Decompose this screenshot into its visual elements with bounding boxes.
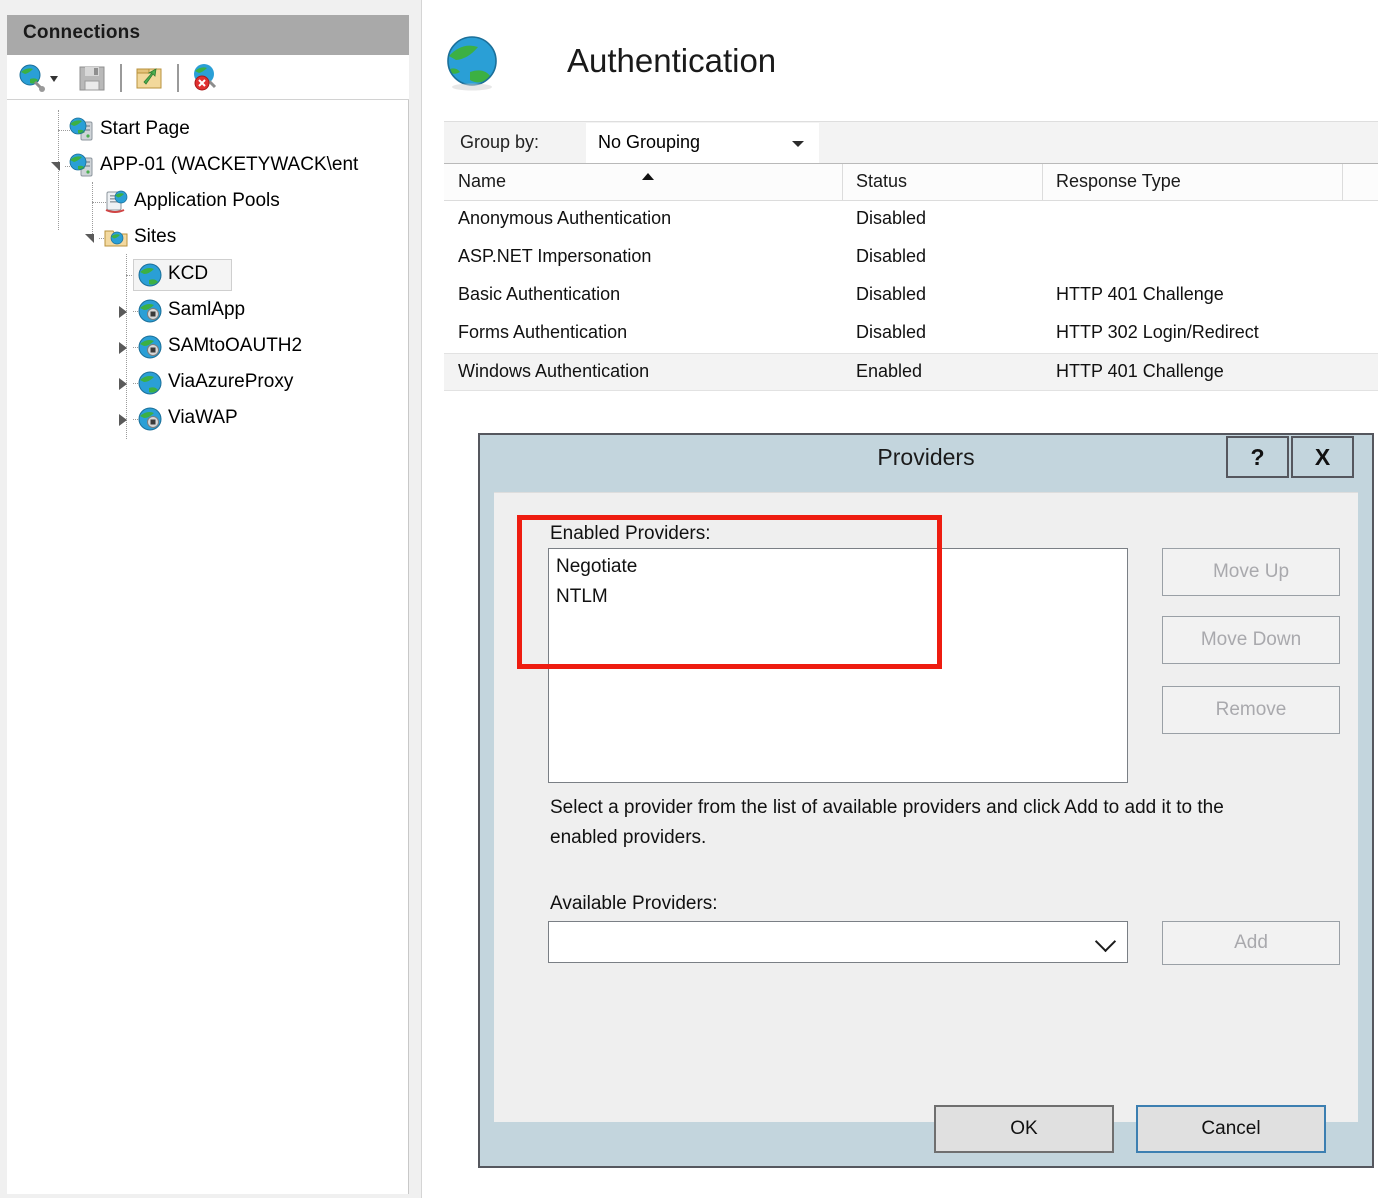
site-globe-icon [137, 370, 163, 396]
disconnect-icon[interactable] [191, 63, 221, 93]
tree-item-viaazureproxy[interactable]: ViaAzureProxy [7, 365, 408, 401]
authentication-globe-icon [444, 34, 504, 94]
remove-button[interactable]: Remove [1162, 686, 1340, 734]
tree-item-samlapp[interactable]: SamlApp [7, 293, 408, 329]
dialog-title-bar[interactable]: Providers ? X [480, 435, 1372, 481]
connections-toolbar [7, 55, 409, 100]
help-button[interactable]: ? [1226, 436, 1289, 478]
cell-name: ASP.NET Impersonation [458, 246, 652, 266]
column-header-name[interactable]: Name [458, 171, 506, 192]
cell-response-type: HTTP 401 Challenge [1056, 361, 1224, 381]
dialog-body: Enabled Providers: Negotiate NTLM Move U… [494, 492, 1358, 1153]
cell-name: Forms Authentication [458, 322, 628, 342]
table-row[interactable]: Basic Authentication Disabled HTTP 401 C… [444, 277, 1378, 315]
toolbar-separator [120, 64, 122, 92]
save-connections-icon[interactable] [77, 63, 107, 93]
cell-name: Windows Authentication [458, 361, 650, 381]
authentication-table: Name Status Response Type Anonymous Auth… [444, 163, 1378, 391]
column-divider[interactable] [1342, 164, 1343, 202]
table-row[interactable]: ASP.NET Impersonation Disabled [444, 239, 1378, 277]
expanded-twisty-icon[interactable] [85, 234, 94, 243]
enabled-providers-list[interactable]: Negotiate NTLM [548, 548, 1128, 783]
cell-status: Disabled [856, 322, 927, 342]
expanded-twisty-icon[interactable] [51, 162, 60, 171]
connect-to-server-icon[interactable] [17, 63, 47, 93]
toolbar-separator-2 [177, 64, 179, 92]
hint-text: Select a provider from the list of avail… [550, 797, 1224, 849]
column-divider[interactable] [1042, 164, 1043, 202]
table-row[interactable]: Anonymous Authentication Disabled [444, 201, 1378, 239]
tree-item-label: Start Page [100, 118, 190, 139]
close-button[interactable]: X [1291, 436, 1354, 478]
tree-item-viawap[interactable]: ViaWAP [7, 401, 408, 437]
list-item[interactable]: Negotiate [556, 556, 637, 578]
application-pools-icon [103, 189, 129, 215]
available-providers-select[interactable] [548, 921, 1128, 963]
group-by-label: Group by: [460, 132, 540, 152]
move-up-button[interactable]: Move Up [1162, 548, 1340, 596]
group-by-value: No Grouping [598, 132, 701, 152]
collapsed-twisty-icon[interactable] [119, 378, 127, 390]
column-header-status[interactable]: Status [856, 171, 907, 192]
cell-status: Disabled [856, 284, 927, 304]
chevron-down-icon [1094, 930, 1117, 953]
tree-item-app-01[interactable]: APP-01 (WACKETYWACK\ent [7, 148, 408, 184]
cell-status: Disabled [856, 246, 927, 266]
cell-response-type: HTTP 302 Login/Redirect [1056, 322, 1259, 342]
tree-item-label: KCD [168, 263, 209, 284]
server-globe-icon [69, 117, 95, 143]
cell-name: Anonymous Authentication [458, 208, 672, 228]
connections-pane: Connections Start Page APP-01 (WACKETYWA… [0, 0, 409, 1198]
sort-ascending-icon [642, 173, 654, 180]
tree-item-label: Application Pools [134, 190, 280, 211]
cell-response-type: HTTP 401 Challenge [1056, 284, 1224, 304]
group-by-bar: Group by: No Grouping [444, 121, 1378, 163]
app-globe-icon [137, 298, 163, 324]
site-globe-icon [137, 262, 163, 288]
group-by-select[interactable]: No Grouping [586, 123, 819, 163]
connections-header: Connections [7, 15, 409, 55]
tree-item-kcd[interactable]: KCD [7, 257, 408, 293]
providers-dialog: Providers ? X Enabled Providers: Negotia… [478, 433, 1374, 1168]
tree-item-sites[interactable]: Sites [7, 220, 408, 256]
tree-item-label: ViaWAP [168, 407, 238, 428]
column-header-response-type[interactable]: Response Type [1056, 171, 1181, 192]
pane-splitter[interactable] [409, 0, 421, 1198]
collapsed-twisty-icon[interactable] [119, 342, 127, 354]
collapsed-twisty-icon[interactable] [119, 414, 127, 426]
cell-status: Disabled [856, 208, 927, 228]
tree-item-start-page[interactable]: Start Page [7, 112, 408, 148]
cell-status: Enabled [856, 361, 923, 381]
tree-item-label: Sites [134, 226, 177, 247]
connections-tree[interactable]: Start Page APP-01 (WACKETYWACK\ent Appli… [7, 100, 409, 1194]
ok-button[interactable]: OK [934, 1105, 1114, 1153]
move-down-button[interactable]: Move Down [1162, 616, 1340, 664]
chevron-down-icon[interactable] [47, 63, 61, 93]
tree-item-label: SAMtoOAUTH2 [168, 335, 303, 356]
app-globe-icon [137, 334, 163, 360]
list-item[interactable]: NTLM [556, 586, 608, 608]
column-divider[interactable] [842, 164, 843, 202]
tree-item-label: SamlApp [168, 299, 246, 320]
tree-item-samtooauth2[interactable]: SAMtoOAUTH2 [7, 329, 408, 365]
table-row[interactable]: Forms Authentication Disabled HTTP 302 L… [444, 315, 1378, 353]
table-header-row: Name Status Response Type [444, 163, 1378, 202]
app-globe-icon [137, 406, 163, 432]
connect-to-site-icon[interactable] [134, 63, 164, 93]
server-globe-icon [69, 153, 95, 179]
tree-item-application-pools[interactable]: Application Pools [7, 184, 408, 220]
connections-title: Connections [23, 22, 141, 43]
table-row-selected[interactable]: Windows Authentication Enabled HTTP 401 … [444, 353, 1378, 391]
tree-item-label: APP-01 (WACKETYWACK\ent [100, 154, 359, 175]
cell-name: Basic Authentication [458, 284, 621, 304]
cancel-button[interactable]: Cancel [1136, 1105, 1326, 1153]
sites-folder-icon [103, 225, 129, 251]
page-title: Authentication [567, 42, 777, 79]
add-button[interactable]: Add [1162, 921, 1340, 965]
available-providers-label: Available Providers: [550, 893, 718, 914]
chevron-down-icon [792, 141, 804, 147]
enabled-providers-label: Enabled Providers: [550, 523, 711, 544]
collapsed-twisty-icon[interactable] [119, 306, 127, 318]
tree-item-label: ViaAzureProxy [168, 371, 294, 392]
